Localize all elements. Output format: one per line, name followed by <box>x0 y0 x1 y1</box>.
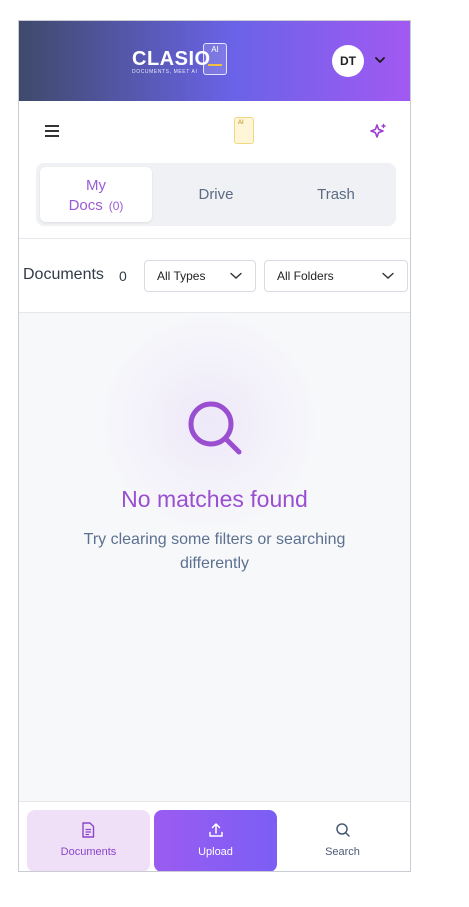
nav-documents-label: Documents <box>60 846 117 858</box>
app-window: CLASIO DOCUMENTS, MEET AI AI DT AI My Do… <box>18 20 411 872</box>
chevron-down-icon[interactable] <box>374 54 386 66</box>
filter-bar: Documents 0 All Types All Folders <box>19 239 410 312</box>
chevron-down-icon <box>230 272 242 279</box>
tab-trash[interactable]: Trash <box>280 167 392 222</box>
search-icon <box>188 401 242 455</box>
logo-tagline: DOCUMENTS, MEET AI <box>132 69 198 75</box>
search-icon <box>336 823 350 837</box>
nav-search-button[interactable]: Search <box>281 810 404 871</box>
logo-wordmark: CLASIO <box>132 48 211 70</box>
type-filter-value: All Types <box>157 269 206 283</box>
nav-upload-label: Upload <box>198 846 233 858</box>
document-tabs: My Docs (0) Drive Trash <box>36 163 396 226</box>
tab-my-docs-count: (0) <box>108 199 124 213</box>
document-icon <box>82 822 95 838</box>
nav-search-label: Search <box>325 846 360 858</box>
menu-icon[interactable] <box>45 125 59 137</box>
document-list-area: No matches found Try clearing some filte… <box>19 313 410 801</box>
empty-state-title: No matches found <box>121 486 308 512</box>
tab-drive[interactable]: Drive <box>160 167 272 222</box>
empty-state-subtitle: Try clearing some filters or searching d… <box>83 531 346 572</box>
nav-upload-button[interactable]: Upload <box>154 810 277 871</box>
logo-ai-badge-text: AI <box>211 45 219 54</box>
tab-my-docs[interactable]: My Docs (0) <box>40 167 152 222</box>
sub-header: AI <box>19 101 410 161</box>
documents-count: 0 <box>119 268 127 284</box>
sparkle-icon[interactable] <box>369 123 387 141</box>
tab-my-docs-label-line1: My <box>86 177 106 194</box>
app-mini-logo: AI <box>234 117 254 144</box>
tab-my-docs-label-line2-wrap: Docs (0) <box>40 197 152 214</box>
upload-icon <box>209 823 223 837</box>
documents-heading: Documents <box>23 266 104 283</box>
user-avatar[interactable]: DT <box>332 45 364 77</box>
folder-filter-select[interactable]: All Folders <box>264 260 408 292</box>
bottom-navigation: Documents Upload Search <box>19 801 410 871</box>
chevron-down-icon <box>382 272 394 279</box>
logo-ai-badge: AI <box>203 43 227 75</box>
clasio-logo[interactable]: CLASIO DOCUMENTS, MEET AI AI <box>132 43 227 75</box>
top-header: CLASIO DOCUMENTS, MEET AI AI DT <box>19 21 410 101</box>
folder-filter-value: All Folders <box>277 269 334 283</box>
tab-my-docs-label-line2: Docs <box>68 197 103 214</box>
type-filter-select[interactable]: All Types <box>144 260 256 292</box>
nav-documents-button[interactable]: Documents <box>27 810 150 871</box>
